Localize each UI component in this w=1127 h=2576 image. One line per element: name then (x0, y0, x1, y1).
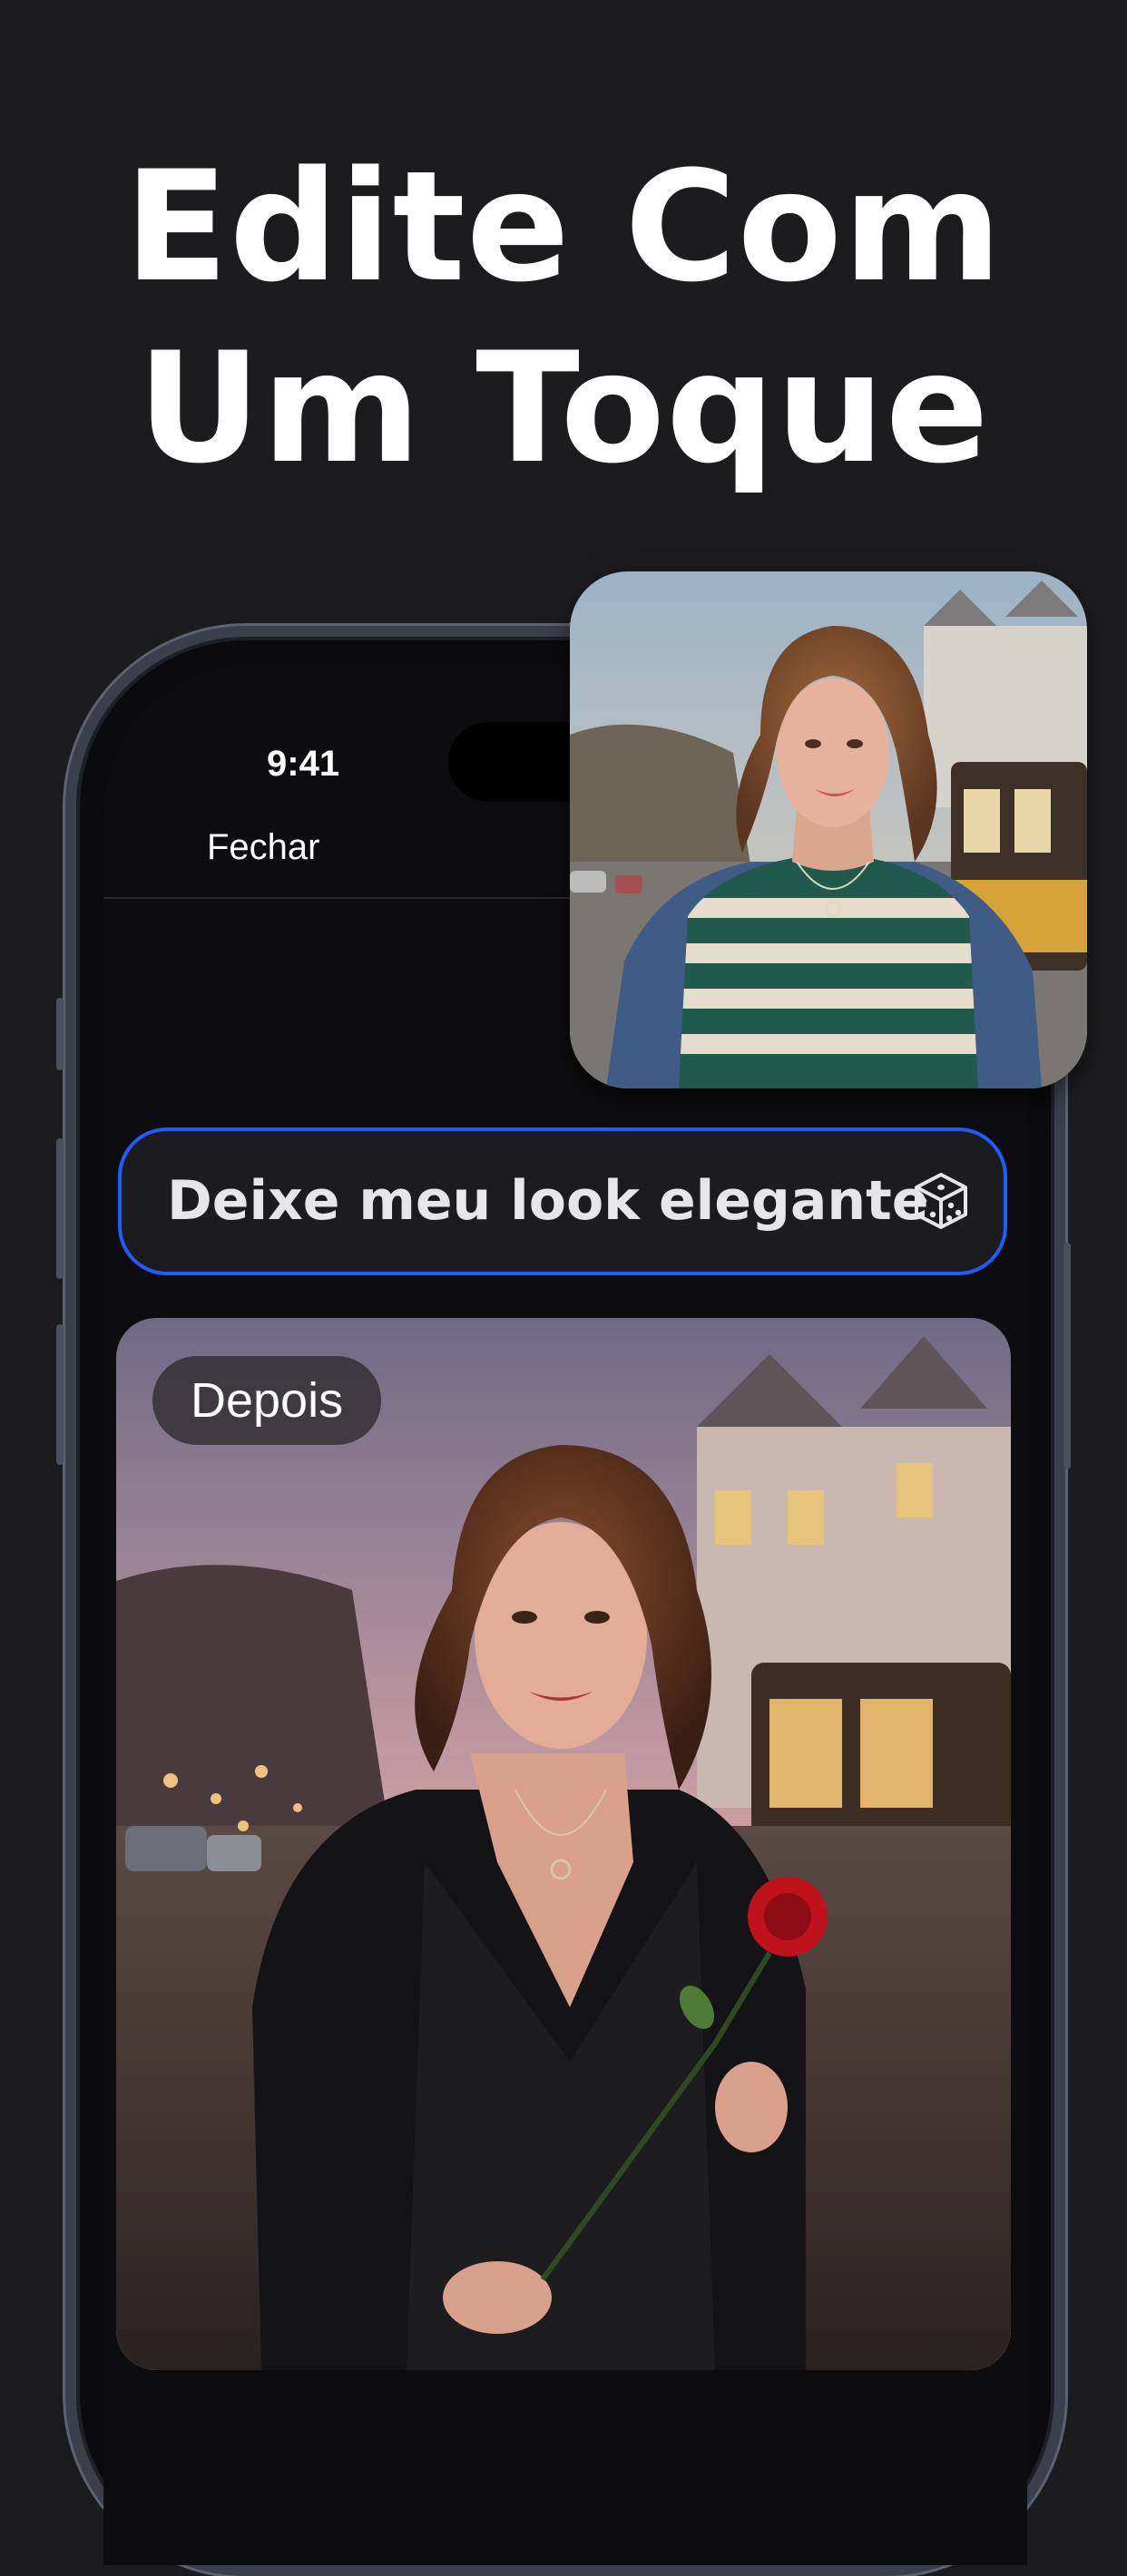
phone-side-button-left-2 (56, 1138, 64, 1279)
headline-line-2: Um Toque (137, 319, 990, 497)
phone-side-button-left-3 (56, 1324, 64, 1465)
status-time: 9:41 (267, 744, 340, 784)
phone-side-button-right (1063, 1243, 1071, 1469)
before-photo (570, 571, 1087, 1088)
after-badge: Depois (152, 1356, 382, 1445)
result-image: Depois (116, 1318, 1011, 2370)
close-button[interactable]: Fechar (207, 827, 320, 868)
phone-side-button-left-1 (56, 998, 64, 1070)
result-photo (116, 1318, 1011, 2370)
dice-icon[interactable] (911, 1171, 971, 1231)
prompt-text: Deixe meu look elegante (167, 1169, 929, 1233)
headline-line-1: Edite Com (123, 138, 1004, 316)
headline: Edite Com Um Toque (0, 136, 1127, 499)
before-thumbnail (570, 571, 1087, 1088)
prompt-input[interactable]: Deixe meu look elegante (118, 1127, 1007, 1275)
